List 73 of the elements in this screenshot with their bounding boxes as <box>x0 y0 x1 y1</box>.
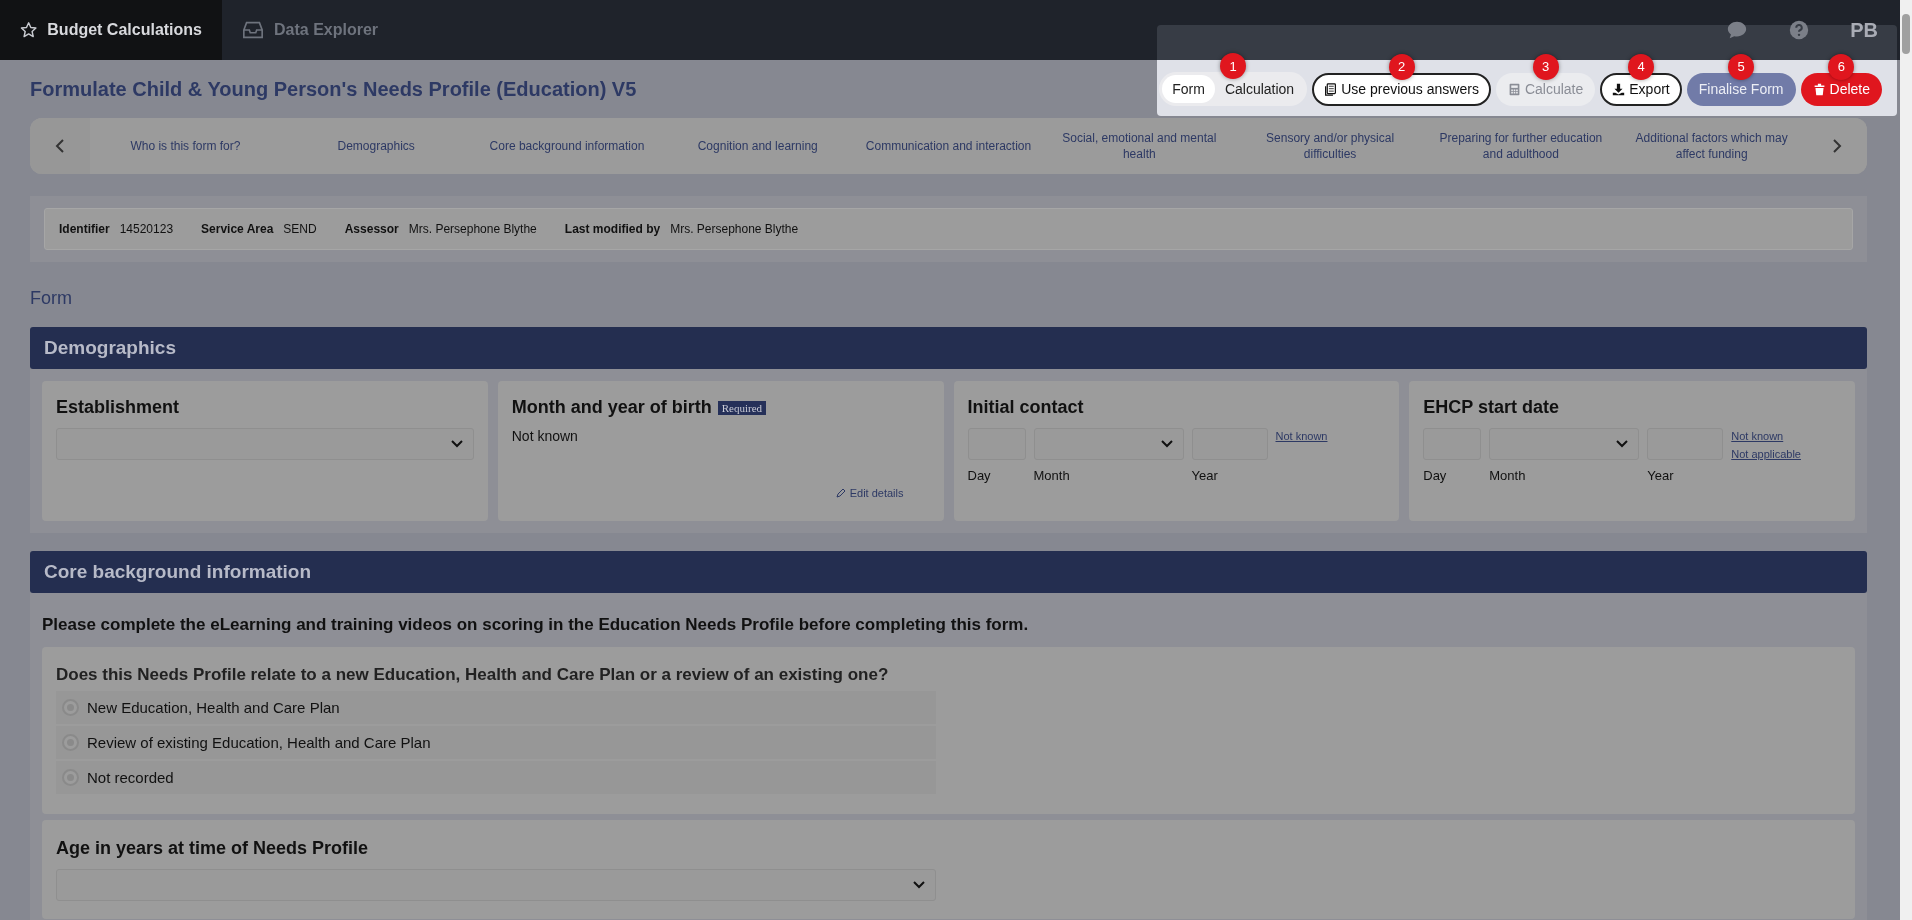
section-link[interactable]: Sensory and/or physical difficulties <box>1234 118 1426 174</box>
field-label: Initial contact <box>967 397 1085 418</box>
select-field[interactable] <box>56 869 936 901</box>
date-part-label: Year <box>1647 468 1675 483</box>
section-link[interactable]: Communication and interaction <box>853 118 1044 174</box>
download-icon <box>1612 82 1626 96</box>
page-title: Formulate Child & Young Person's Needs Profile (Education) V5 <box>30 77 637 101</box>
info-label: Identifier <box>59 222 110 236</box>
option-label: Review of existing Education, Health and Care Plan <box>87 734 431 751</box>
field-label: Month and year of birth <box>511 397 712 418</box>
date-part-label: Day <box>967 468 992 483</box>
action-button[interactable]: Use previous answers <box>1312 72 1491 106</box>
chat-bubble-icon <box>1726 19 1749 41</box>
section-link[interactable]: Core background information <box>471 118 663 174</box>
info-label: Last modified by <box>564 222 661 236</box>
instruction-text: Please complete the eLearning and training videos on scoring in the Education Needs Profile before completing this form. <box>42 615 1030 635</box>
date-part-label: Month <box>1033 468 1071 483</box>
select-field[interactable] <box>56 428 474 460</box>
field-value: Not known <box>511 428 579 444</box>
option-link[interactable]: Not known <box>1731 430 1801 442</box>
chevron-left-icon <box>55 139 65 153</box>
radio-option[interactable]: New Education, Health and Care Plan <box>56 691 936 724</box>
section-header: Core background information <box>30 551 1867 593</box>
info-value: 14520123 <box>119 222 174 236</box>
date-part-label: Year <box>1191 468 1219 483</box>
help-icon <box>1788 19 1811 41</box>
select-field[interactable] <box>1489 428 1640 460</box>
field-label: Establishment <box>56 397 181 418</box>
section-link[interactable]: Cognition and learning <box>662 118 854 174</box>
scrollbar-thumb[interactable] <box>1902 14 1910 54</box>
calculator-icon <box>1507 82 1521 96</box>
scrollbar[interactable] <box>1900 0 1912 920</box>
chevron-right-icon <box>1832 139 1842 153</box>
date-part-label: Day <box>1423 468 1448 483</box>
chevron-down-icon <box>1160 440 1173 448</box>
field-label: EHCP start date <box>1423 397 1560 418</box>
section-header: Demographics <box>30 327 1867 369</box>
field-label: Age in years at time of Needs Profile <box>56 838 370 859</box>
radio-option[interactable]: Not recorded <box>56 761 936 794</box>
pen-icon <box>835 488 846 498</box>
option-link[interactable]: Not applicable <box>1731 448 1801 460</box>
info-value: Mrs. Persephone Blythe <box>408 222 537 236</box>
required-badge: Required <box>717 400 767 415</box>
info-label: Assessor <box>344 222 399 236</box>
tray-icon <box>242 19 264 41</box>
copy-icon <box>1324 82 1338 96</box>
nav-tab[interactable]: Data Explorer <box>222 0 399 60</box>
chevron-down-icon <box>1616 440 1629 448</box>
select-field[interactable] <box>1033 428 1184 460</box>
view-toggle[interactable]: Form Calculation <box>1159 72 1308 106</box>
chevron-down-icon <box>913 881 925 889</box>
scroll-left-button[interactable] <box>30 118 90 174</box>
section-link[interactable]: Who is this form for? <box>90 118 281 174</box>
nav-tab[interactable]: Budget Calculations <box>0 0 222 60</box>
radio-option[interactable]: Review of existing Education, Health and Care Plan <box>56 726 936 759</box>
option-link[interactable]: Not known <box>1275 430 1328 442</box>
date-part-label: Month <box>1489 468 1527 483</box>
question-label: Does this Needs Profile relate to a new Education, Health and Care Plan or a review of an existing one? <box>56 665 890 685</box>
info-value: Mrs. Persephone Blythe <box>670 222 799 236</box>
section-link[interactable]: Additional factors which may affect funding <box>1616 118 1808 174</box>
trash-icon <box>1812 82 1826 96</box>
form-heading: Form <box>30 288 73 309</box>
edit-details-link[interactable]: Edit details <box>835 487 904 499</box>
info-value: SEND <box>283 222 317 236</box>
option-label: New Education, Health and Care Plan <box>87 699 340 716</box>
info-label: Service Area <box>201 222 274 236</box>
option-label: Not recorded <box>87 769 174 786</box>
toggle-option[interactable]: Form <box>1162 75 1215 103</box>
user-initials[interactable]: PB <box>1850 18 1878 42</box>
section-link[interactable]: Social, emotional and mental health <box>1043 118 1235 174</box>
section-link[interactable]: Preparing for further education and adulthood <box>1425 118 1617 174</box>
section-link[interactable]: Demographics <box>280 118 472 174</box>
chevron-down-icon <box>450 440 463 448</box>
